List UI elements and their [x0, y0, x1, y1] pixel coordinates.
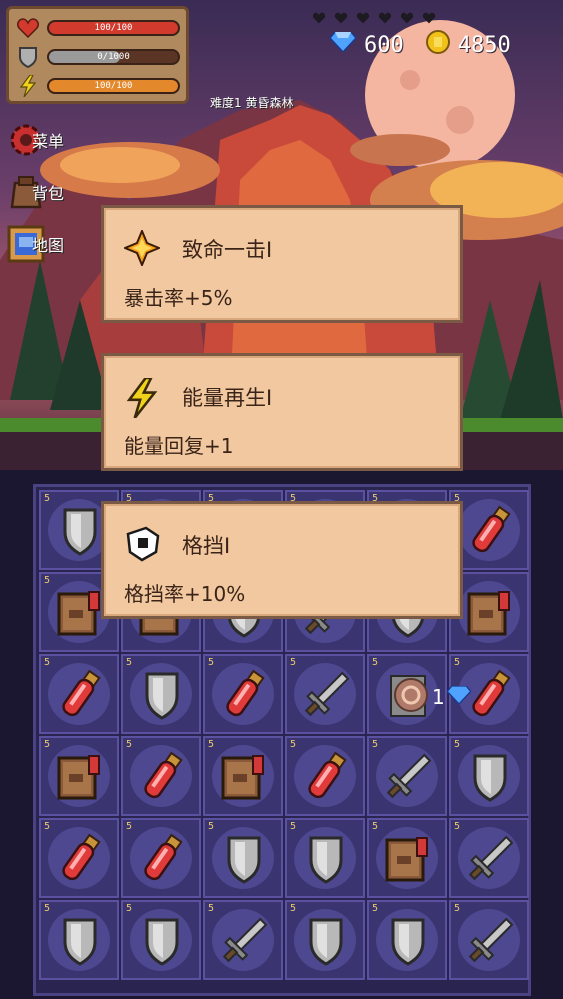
card-desc: 暴击率+5%	[124, 286, 233, 310]
inventory-slot[interactable]: 5	[449, 818, 529, 898]
inventory-slot[interactable]: 5	[39, 818, 119, 898]
inventory-slot[interactable]: 5	[121, 654, 201, 734]
inventory-slot[interactable]: 5	[203, 900, 283, 980]
inventory-slot[interactable]: 5	[121, 736, 201, 816]
bag-label: 背包	[32, 184, 65, 203]
menu-button[interactable]: 菜单	[6, 120, 64, 160]
item-level: 5	[44, 493, 51, 504]
inventory-slot[interactable]: 5	[285, 654, 365, 734]
bag-button[interactable]: 背包	[6, 172, 64, 212]
item-level: 5	[44, 739, 51, 750]
item-level: 5	[454, 821, 461, 832]
item-level: 5	[126, 739, 133, 750]
item-level: 5	[290, 657, 297, 668]
zone-label: 难度1 黄昏森林	[210, 96, 294, 110]
shield-icon	[15, 46, 41, 68]
inventory-slot[interactable]: 5	[121, 818, 201, 898]
item-level: 5	[44, 657, 51, 668]
inventory-slot[interactable]: 5	[285, 818, 365, 898]
life-heart-icon	[378, 9, 392, 24]
item-level: 5	[208, 739, 215, 750]
energy-row: 100/100	[15, 73, 180, 99]
inventory-slot[interactable]: 5	[203, 736, 283, 816]
item-level: 5	[44, 821, 51, 832]
shield-text: 0/1000	[97, 52, 130, 62]
item-level: 5	[290, 903, 297, 914]
shield-bar: 0/1000	[47, 49, 180, 65]
inventory-slot[interactable]: 5	[203, 818, 283, 898]
inventory-slot[interactable]: 5	[121, 900, 201, 980]
inventory-slot[interactable]: 5	[39, 736, 119, 816]
item-level: 5	[208, 657, 215, 668]
inventory-slot[interactable]: 5	[367, 900, 447, 980]
coin-count: 4850	[457, 32, 511, 58]
lightning-icon	[15, 75, 41, 97]
card-title: 能量再生I	[182, 386, 273, 410]
hp-row: 100/100	[15, 15, 180, 41]
map-button[interactable]: 地图	[6, 224, 64, 264]
item-level: 5	[44, 903, 51, 914]
card-title: 格挡I	[182, 534, 231, 558]
item-level: 5	[208, 903, 215, 914]
card-desc: 能量回复+1	[124, 434, 234, 458]
menu-label: 菜单	[32, 132, 65, 151]
item-level: 5	[126, 903, 133, 914]
energy-bar: 100/100	[47, 78, 180, 94]
item-level: 5	[372, 821, 379, 832]
hp-bar: 100/100	[47, 20, 180, 36]
card-desc: 格挡率+10%	[124, 582, 246, 606]
life-heart-icon	[356, 9, 370, 24]
overlay-count: 1	[432, 685, 445, 709]
card-title: 致命一击I	[182, 238, 273, 262]
star-icon	[122, 228, 162, 268]
inventory-slot[interactable]: 5	[39, 900, 119, 980]
life-heart-icon	[400, 9, 414, 24]
item-level: 5	[454, 739, 461, 750]
item-level: 5	[372, 657, 379, 668]
item-level: 5	[290, 739, 297, 750]
life-heart-icon	[312, 9, 326, 24]
lightning-icon	[124, 376, 160, 419]
gem-count: 600	[364, 32, 404, 58]
inventory-slot[interactable]: 5	[367, 818, 447, 898]
energy-text: 100/100	[94, 81, 133, 91]
lives-row	[312, 9, 436, 24]
inventory-slot[interactable]: 5	[285, 736, 365, 816]
item-level: 5	[454, 657, 461, 668]
hp-text: 100/100	[94, 23, 133, 33]
inventory-slot[interactable]: 5	[449, 900, 529, 980]
skill-card-critical[interactable]: 致命一击I 暴击率+5%	[101, 205, 463, 323]
item-level: 5	[44, 575, 51, 586]
item-level: 5	[372, 903, 379, 914]
heart-icon	[15, 17, 41, 39]
item-level: 5	[290, 821, 297, 832]
inventory-slot[interactable]: 5	[203, 654, 283, 734]
player-stats-panel: 100/100 0/1000 100/100	[6, 6, 189, 104]
inventory-slot[interactable]: 5	[39, 654, 119, 734]
inventory-slot[interactable]: 5	[449, 736, 529, 816]
skill-card-block[interactable]: 格挡I 格挡率+10%	[101, 501, 463, 619]
orb-icon	[392, 676, 430, 718]
map-label: 地图	[32, 236, 65, 255]
life-heart-icon	[422, 9, 436, 24]
item-level: 5	[126, 657, 133, 668]
inventory-slot[interactable]: 5	[285, 900, 365, 980]
coin-icon	[425, 30, 450, 60]
currency-display: 600 4850	[329, 30, 533, 60]
item-level: 5	[454, 903, 461, 914]
item-level: 5	[372, 739, 379, 750]
shield-row: 0/1000	[15, 44, 180, 70]
item-level: 5	[208, 821, 215, 832]
life-heart-icon	[334, 9, 348, 24]
cell-overlay: 1	[392, 676, 472, 718]
skill-card-energy[interactable]: 能量再生I 能量回复+1	[101, 353, 463, 471]
item-level: 5	[126, 821, 133, 832]
gem-icon	[329, 31, 357, 58]
gem-icon	[446, 685, 472, 708]
inventory-slot[interactable]: 5	[367, 736, 447, 816]
shield-block-icon	[124, 526, 160, 562]
